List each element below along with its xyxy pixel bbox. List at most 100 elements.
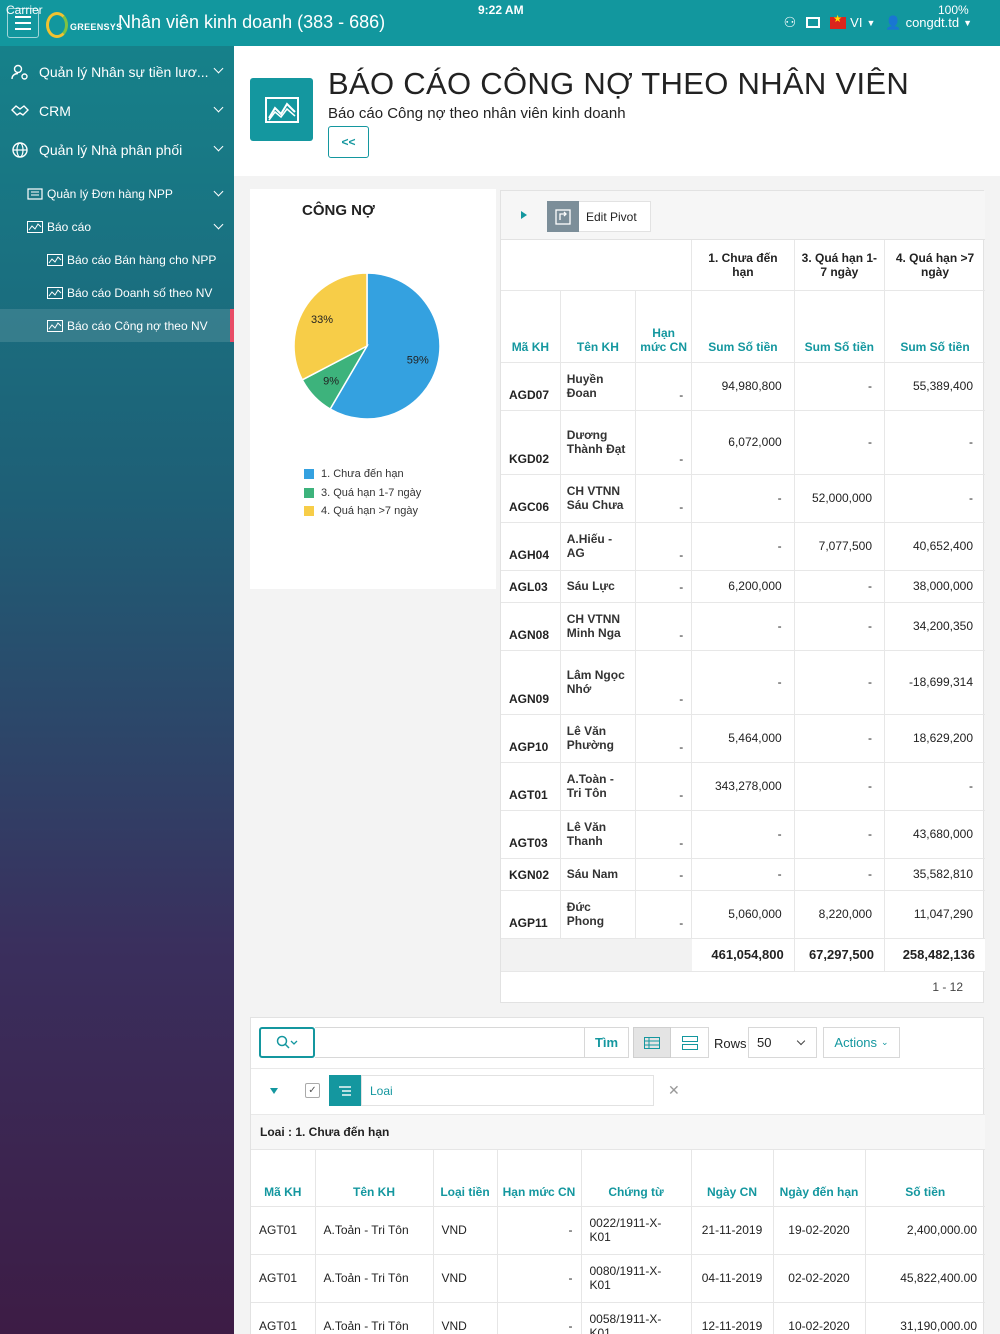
grid-col-header[interactable]: Số tiền <box>865 1150 985 1207</box>
sidebar-item-label: Báo cáo Doanh số theo NV <box>67 285 213 300</box>
filter-bar: ✓ Loai ✕ <box>251 1069 985 1115</box>
amount-cell: 11,047,290 <box>884 890 985 939</box>
amount-cell: - <box>691 474 795 523</box>
grid-toolbar: Tìm Rows 50 Actions ⌄ <box>251 1018 985 1069</box>
amount-cell: - <box>794 650 886 715</box>
sidebar-item-revenue-report[interactable]: Báo cáo Doanh số theo NV <box>0 276 234 309</box>
menu-toggle-button[interactable] <box>7 8 39 38</box>
filter-label[interactable]: Loai <box>361 1075 654 1106</box>
grid-col-header[interactable]: Chứng từ <box>581 1150 692 1207</box>
expand-arrow-icon[interactable] <box>521 211 527 219</box>
edit-pivot-button[interactable]: Edit Pivot <box>547 201 651 232</box>
sidebar-item-distributor[interactable]: Quản lý Nhà phân phối <box>0 130 234 169</box>
grid-col-header[interactable]: Hạn mức CN <box>497 1150 582 1207</box>
actions-label: Actions <box>834 1035 878 1050</box>
legend-label: 4. Quá hạn >7 ngày <box>321 505 418 518</box>
credit-limit: - <box>635 410 693 475</box>
pivot-report: Edit Pivot 1. Chưa đến hạn 3. Quá hạn 1-… <box>500 190 985 1003</box>
total-spacer <box>501 938 692 972</box>
search-button[interactable]: Tìm <box>584 1027 629 1058</box>
actions-menu-button[interactable]: Actions ⌄ <box>823 1027 900 1058</box>
remove-filter-icon[interactable]: ✕ <box>668 1082 680 1099</box>
order-icon <box>27 187 43 200</box>
legend-item[interactable]: 1. Chưa đến hạn <box>304 465 421 484</box>
pivot-col-header[interactable]: Sum Số tiền <box>794 290 886 363</box>
grid-col-header[interactable]: Tên KH <box>315 1150 434 1207</box>
customer-code: AGP11 <box>501 890 561 939</box>
back-button[interactable]: << <box>328 126 369 158</box>
sidebar-item-crm[interactable]: CRM <box>0 91 234 130</box>
filter-checkbox[interactable]: ✓ <box>305 1083 320 1098</box>
grid-cell: 21-11-2019 <box>691 1206 774 1255</box>
grid-cell: 0058/1911-X-K01 <box>581 1302 692 1334</box>
search-input[interactable] <box>315 1027 585 1058</box>
customer-name: Sáu Lực <box>560 570 637 603</box>
rows-label: Rows <box>714 1036 747 1051</box>
pivot-col-header[interactable]: Tên KH <box>560 290 637 363</box>
pivot-row: AGL03 Sáu Lực -6,200,000-38,000,000 <box>501 570 985 603</box>
credit-limit: - <box>635 858 693 891</box>
pivot-row: AGP11 Đức Phong -5,060,000 8,220,000 11,047,… <box>501 890 985 939</box>
people-icon[interactable]: ⚇ <box>784 14 797 31</box>
grid-cell: - <box>497 1206 582 1255</box>
customer-code: KGN02 <box>501 858 561 891</box>
customer-name: Sáu Nam <box>560 858 637 891</box>
grid-row[interactable]: AGT01 A.Toản - Tri Tôn VND -0022/1911-X-K01… <box>251 1206 985 1255</box>
grid-row[interactable]: AGT01 A.Toản - Tri Tôn VND -0080/1911-X-K01… <box>251 1254 985 1303</box>
customer-name: A.Hiếu - AG <box>560 522 637 571</box>
group-icon <box>329 1075 361 1106</box>
sidebar-item-npp-orders[interactable]: Quản lý Đơn hàng NPP <box>0 177 234 210</box>
pivot-row: AGD07 Huyền Đoan -94,980,800-55,389,400 <box>501 362 985 411</box>
credit-limit: - <box>635 602 693 651</box>
pivot-col-group: 4. Quá hạn >7 ngày <box>884 240 985 291</box>
grid-col-header[interactable]: Ngày đến hạn <box>773 1150 866 1207</box>
amount-cell: 55,389,400 <box>884 362 985 411</box>
debt-pie-chart: CÔNG NỢ 59% 9% 33% 1. Chưa đến hạn 3. Quá … <box>250 189 496 589</box>
pivot-row: AGN09 Lâm Ngọc Nhớ - - - -18,699,314 <box>501 650 985 715</box>
language-switcher[interactable]: VI▼ <box>830 14 875 30</box>
grid-col-header[interactable]: Ngày CN <box>691 1150 774 1207</box>
report-chart-icon <box>250 78 313 141</box>
pivot-col-header[interactable]: Sum Số tiền <box>884 290 985 363</box>
pivot-col-group: 3. Quá hạn 1-7 ngày <box>794 240 886 291</box>
pivot-table: 1. Chưa đến hạn 3. Quá hạn 1-7 ngày 4. Q… <box>501 240 985 972</box>
grid-col-header[interactable]: Mã KH <box>251 1150 316 1207</box>
user-menu[interactable]: 👤 congdt.td ▼ <box>885 15 972 31</box>
edit-pivot-label: Edit Pivot <box>586 209 637 224</box>
grid-cell: A.Toản - Tri Tôn <box>315 1254 434 1303</box>
grid-row[interactable]: AGT01 A.Toản - Tri Tôn VND -0058/1911-X-K01… <box>251 1302 985 1334</box>
amount-cell: 343,278,000 <box>691 762 795 811</box>
grid-view-button[interactable] <box>633 1027 671 1058</box>
pie-slice-label: 33% <box>311 314 333 326</box>
rows-select[interactable]: 50 <box>748 1027 817 1058</box>
customer-name: Lê Văn Thanh <box>560 810 637 859</box>
customer-code: AGD07 <box>501 362 561 411</box>
legend-label: 3. Quá hạn 1-7 ngày <box>321 486 422 499</box>
chart-legend: 1. Chưa đến hạn 3. Quá hạn 1-7 ngày 4. Q… <box>304 465 421 521</box>
pivot-row: AGT03 Lê Văn Thanh - - -43,680,000 <box>501 810 985 859</box>
total-value: 258,482,136 <box>884 938 985 972</box>
credit-limit: - <box>635 362 693 411</box>
collapse-arrow-icon[interactable] <box>270 1088 278 1094</box>
amount-cell: - <box>691 522 795 571</box>
search-column-button[interactable] <box>259 1027 315 1058</box>
topbar-actions: ⚇ VI▼ 👤congdt.td▼ <box>784 14 972 31</box>
detail-view-button[interactable] <box>671 1027 709 1058</box>
sidebar-item-reports[interactable]: Báo cáo <box>0 210 234 243</box>
pivot-col-header[interactable]: Hạn mức CN <box>635 290 693 363</box>
grid-col-header[interactable]: Loại tiền <box>433 1150 498 1207</box>
sidebar-item-sales-report[interactable]: Báo cáo Bán hàng cho NPP <box>0 243 234 276</box>
amount-cell: - <box>794 762 886 811</box>
grid-cell: 45,822,400.00 <box>865 1254 985 1303</box>
amount-cell: 6,072,000 <box>691 410 795 475</box>
legend-item[interactable]: 4. Quá hạn >7 ngày <box>304 502 421 521</box>
amount-cell: - <box>884 762 985 811</box>
grid-cell: VND <box>433 1206 498 1255</box>
pivot-col-header[interactable]: Mã KH <box>501 290 561 363</box>
legend-item[interactable]: 3. Quá hạn 1-7 ngày <box>304 484 421 503</box>
monitor-icon[interactable] <box>806 17 821 28</box>
sidebar-item-hr[interactable]: Quản lý Nhân sự tiền lươ... <box>0 52 234 91</box>
sidebar-item-debt-report[interactable]: Báo cáo Công nợ theo NV <box>0 309 234 342</box>
total-value: 461,054,800 <box>691 938 795 972</box>
pivot-col-header[interactable]: Sum Số tiền <box>691 290 795 363</box>
